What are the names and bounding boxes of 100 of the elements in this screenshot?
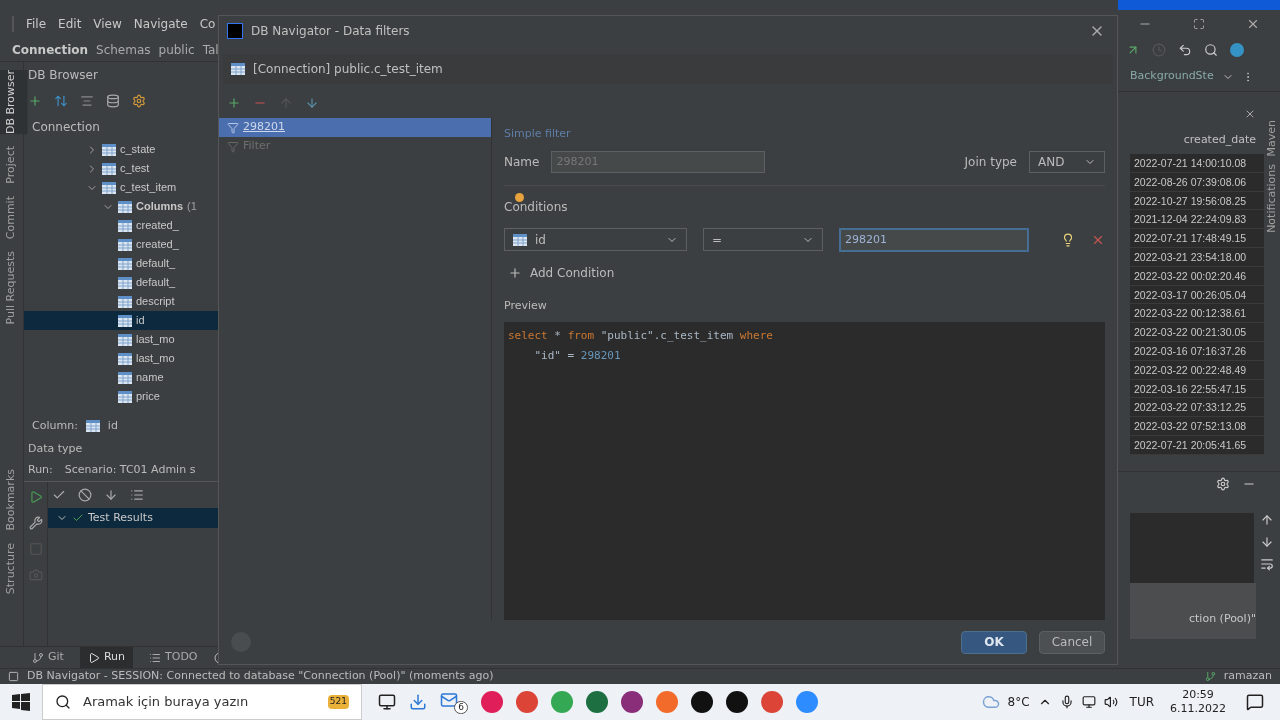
arrow-down-icon[interactable] [1260, 534, 1274, 549]
check-icon [72, 512, 84, 524]
app-icon[interactable] [621, 691, 643, 713]
table-cell: 2022-03-22 00:12:38.61 [1130, 304, 1264, 324]
section-title: Simple filter [504, 126, 572, 142]
bottom-tab[interactable]: TODO [141, 647, 206, 668]
table-cell: 2022-03-21 23:54:18.00 [1130, 248, 1264, 267]
clock-date: 6.11.2022 [1170, 702, 1226, 716]
tree-item[interactable]: price [24, 387, 218, 406]
task-view-icon[interactable] [378, 693, 396, 711]
arrow-up-icon[interactable] [1260, 512, 1274, 527]
settings-icon[interactable] [1216, 477, 1230, 492]
value-field[interactable]: 298201 [839, 227, 1029, 252]
search-icon[interactable] [1204, 43, 1218, 57]
status-user: ramazan [1223, 668, 1272, 685]
tree-item[interactable]: last_mo [24, 349, 218, 368]
table-icon [118, 200, 132, 213]
breadcrumb[interactable]: Connection [12, 40, 89, 59]
status-message: DB Navigator - SESSION: Connected to database "Connection (Pool)" (moments ago) [27, 668, 494, 685]
check-icon[interactable] [52, 488, 66, 502]
list-icon[interactable] [130, 488, 144, 502]
menu-item[interactable]: View [93, 15, 122, 33]
add-icon[interactable] [227, 96, 241, 110]
weather-text: 8°C [1007, 694, 1030, 711]
breadcrumb[interactable]: Tal [202, 40, 219, 59]
filter-icon[interactable] [227, 140, 239, 153]
tree-item[interactable]: id [24, 311, 218, 330]
tool-window-tab[interactable]: Bookmarks [0, 469, 28, 531]
filter-item[interactable]: 298201 [219, 118, 491, 137]
filter-icon[interactable] [227, 121, 239, 134]
bottom-tab[interactable]: Git [24, 647, 72, 668]
language-indicator[interactable]: TUR [1125, 693, 1158, 711]
table-cell: 2021-12-04 22:24:09.83 [1130, 210, 1264, 230]
lightbulb-icon[interactable] [1061, 232, 1075, 247]
preview-label: Preview [504, 297, 548, 314]
update-icon[interactable] [1230, 43, 1244, 57]
test-results-row[interactable]: Test Results [48, 508, 218, 528]
bottom-tab[interactable]: Run [79, 647, 133, 668]
breadcrumb[interactable]: public [158, 40, 195, 59]
table-icon [231, 63, 245, 75]
breadcrumb[interactable]: Schemas [96, 40, 151, 59]
table-icon [118, 238, 132, 251]
plus-icon [508, 265, 522, 280]
maximize-icon[interactable] [1193, 18, 1205, 30]
table-cell: 2022-03-22 00:02:20.46 [1130, 266, 1264, 286]
table-cell: 2022-03-22 00:22:48.49 [1130, 360, 1264, 380]
table-icon [102, 181, 116, 194]
branch-icon [32, 651, 44, 664]
cancel-button[interactable]: Cancel [1039, 630, 1105, 654]
operator-dropdown[interactable]: = [703, 228, 823, 251]
mic-icon[interactable] [1059, 695, 1074, 709]
search-box[interactable]: Aramak için buraya yazın 521 [42, 684, 362, 720]
scenario-tab[interactable]: Scenario: TC01 Admin s [64, 462, 196, 479]
settings-icon[interactable] [132, 94, 146, 108]
table-cell: 2022-03-16 22:55:47.15 [1130, 379, 1264, 399]
table-cell: 2022-03-22 07:52:13.08 [1130, 417, 1264, 436]
conditions-label: Conditions [504, 198, 568, 216]
play-icon[interactable] [28, 490, 43, 504]
column-dropdown[interactable]: id [504, 228, 687, 251]
sort-icon[interactable] [104, 488, 118, 502]
collapse-icon[interactable] [80, 94, 94, 108]
database-icon[interactable] [106, 94, 120, 108]
move-down-icon[interactable] [305, 96, 319, 110]
tool-window-tab[interactable]: Structure [0, 542, 28, 594]
volume-icon[interactable] [1103, 695, 1118, 709]
dialog-title: DB Navigator - Data filters [251, 23, 410, 40]
undo-icon[interactable] [1178, 43, 1192, 57]
app-icon[interactable] [726, 691, 748, 713]
start-icon[interactable] [12, 693, 30, 711]
sync-icon[interactable] [54, 94, 68, 108]
menu-item[interactable]: Edit [58, 15, 82, 33]
table-icon [118, 371, 132, 384]
wrench-icon[interactable] [28, 516, 43, 530]
menu-item[interactable]: Navigate [133, 15, 188, 33]
table-icon [118, 257, 132, 270]
table-icon [118, 390, 132, 403]
add-condition-button[interactable]: Add Condition [504, 263, 619, 282]
menu-item[interactable]: File [26, 15, 47, 33]
close-icon[interactable] [1244, 108, 1256, 120]
network-icon[interactable] [1081, 695, 1096, 709]
tree-item[interactable]: last_mo [24, 330, 218, 349]
weather-icon[interactable] [981, 693, 1000, 711]
branch-tab[interactable]: BackgroundSte [1130, 68, 1214, 85]
table-icon [118, 352, 132, 365]
play-icon [87, 651, 100, 664]
tool-window-tab[interactable]: DB Browser [0, 70, 28, 135]
notification-icon[interactable] [1246, 693, 1264, 711]
table-cell: 2022-03-16 07:16:37.26 [1130, 341, 1264, 361]
cancel-icon[interactable] [78, 488, 92, 502]
list-icon [149, 651, 161, 664]
sql-line: select * from "public".c_test_item where [508, 328, 774, 344]
app-icon[interactable] [691, 691, 713, 713]
ok-button[interactable]: OK [961, 630, 1027, 654]
join-type-dropdown[interactable]: AND [1029, 150, 1105, 173]
download-icon[interactable] [409, 693, 427, 711]
table-icon [118, 295, 132, 308]
add-icon[interactable] [28, 94, 42, 108]
menu-item[interactable]: Co [199, 15, 216, 33]
wrap-icon[interactable] [1260, 556, 1274, 571]
tree-item[interactable]: name [24, 368, 218, 387]
